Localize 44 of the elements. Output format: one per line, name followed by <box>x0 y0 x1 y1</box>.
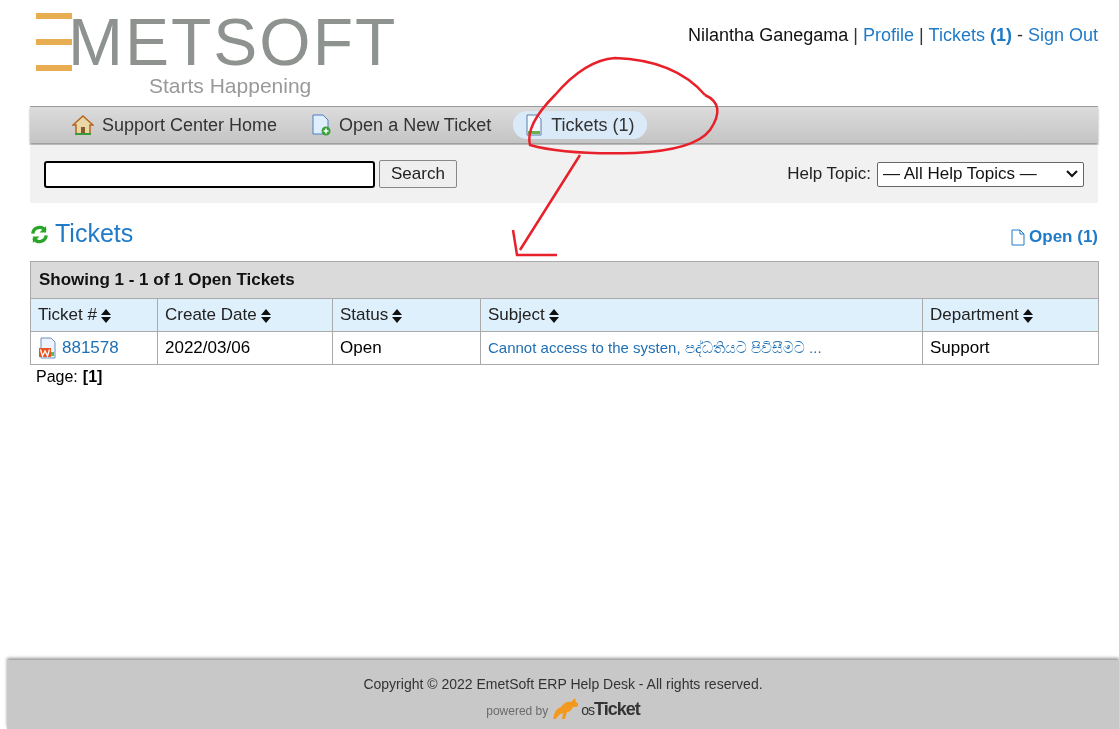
search-button[interactable]: Search <box>379 160 457 188</box>
help-topic-dropdown[interactable]: — All Help Topics — <box>877 161 1084 187</box>
table-cell: Support <box>922 331 1099 365</box>
nav-tab[interactable]: Tickets (1) <box>513 111 647 139</box>
column-header[interactable]: Ticket # <box>30 298 158 332</box>
separator: - <box>1016 24 1023 47</box>
open-filter-link[interactable]: Open (1) <box>1029 224 1098 250</box>
current-page: [1] <box>82 367 103 387</box>
copyright-text: Copyright © 2022 EmetSoft ERP Help Desk - All rights reserved. <box>363 675 763 694</box>
word-document-icon <box>38 337 58 359</box>
user-name: Nilantha Ganegama <box>688 24 849 47</box>
search-field[interactable] <box>44 160 375 188</box>
column-header[interactable]: Status <box>332 298 481 332</box>
separator: | <box>853 24 858 47</box>
help-topic-label: Help Topic: <box>787 163 871 186</box>
sort-icon <box>260 308 271 323</box>
logo-tagline: Starts Happening <box>149 74 313 98</box>
refresh-icon <box>30 224 49 244</box>
document-add-icon <box>311 114 332 136</box>
separator: | <box>918 24 924 47</box>
page-heading[interactable]: Tickets <box>55 215 134 253</box>
table-caption: Showing 1 - 1 of 1 Open Tickets <box>30 261 1099 299</box>
logo-text: METSOFT <box>68 10 398 74</box>
pager-label: Page: <box>36 367 78 387</box>
brand-text: osTicket <box>581 699 640 720</box>
nav-tab[interactable]: Support Center Home <box>60 111 290 139</box>
sort-icon <box>100 308 111 323</box>
chevron-down-icon <box>1066 170 1078 178</box>
column-header[interactable]: Create Date <box>157 298 333 332</box>
logo-bars-icon <box>36 13 74 71</box>
sort-icon <box>1022 308 1033 323</box>
powered-by-text: powered by <box>486 703 549 720</box>
column-header[interactable]: Department <box>922 298 1099 332</box>
profile-link[interactable]: Profile <box>862 22 914 106</box>
column-header[interactable]: Subject <box>480 298 923 332</box>
sign-out-link[interactable]: Sign Out <box>1027 22 1098 106</box>
document-icon <box>1011 228 1026 246</box>
table-cell: 2022/03/06 <box>157 331 333 365</box>
table-cell: Open <box>332 331 481 365</box>
nav-tab[interactable]: Open a New Ticket <box>299 111 504 139</box>
sort-icon <box>548 308 559 323</box>
tickets-link[interactable]: Tickets (1) <box>928 22 1012 106</box>
sort-icon <box>392 308 403 323</box>
house-icon <box>72 115 94 135</box>
